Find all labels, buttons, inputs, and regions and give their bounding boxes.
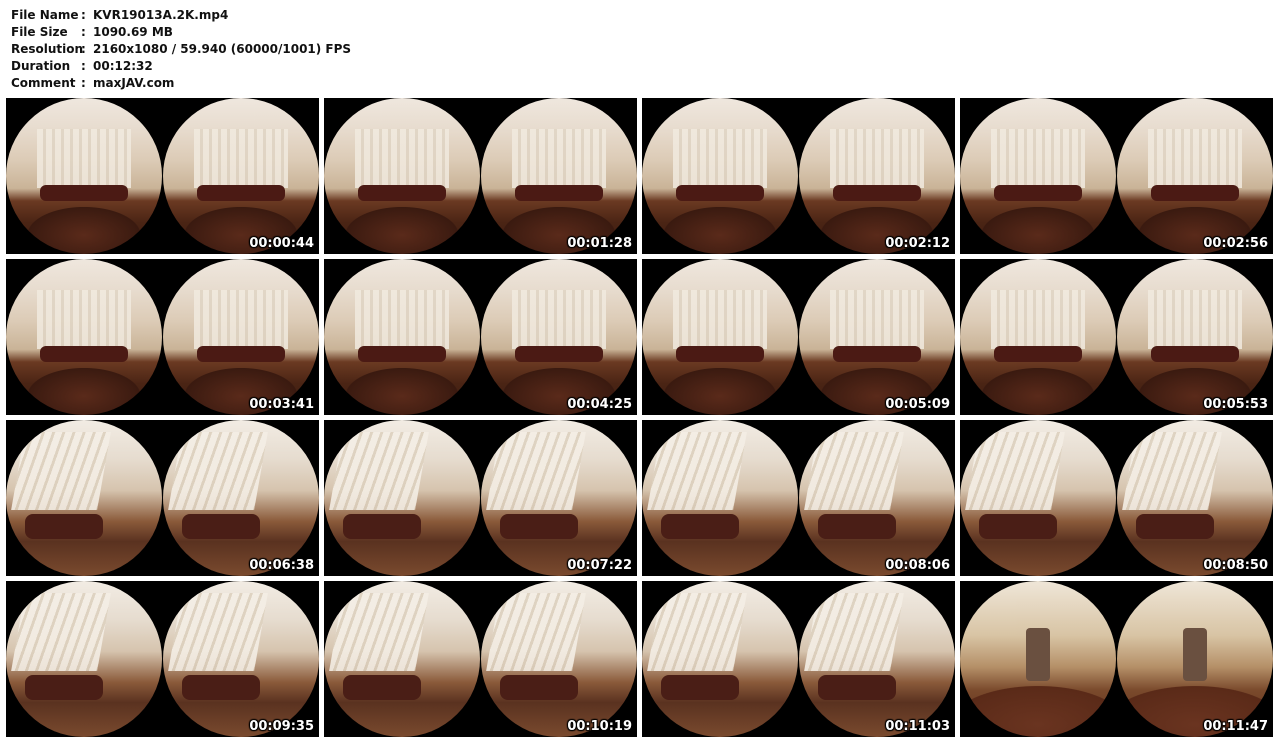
file-info-panel: File Name : KVR19013A.2K.mp4 File Size :… (11, 7, 351, 92)
info-label: Resolution (11, 42, 84, 56)
left-eye-frame (6, 581, 162, 737)
left-eye-frame (6, 259, 162, 415)
video-thumbnail[interactable]: 00:08:06 (642, 420, 955, 576)
left-eye-frame (6, 420, 162, 576)
info-row-file-size: File Size : 1090.69 MB (11, 24, 351, 41)
info-value: 00:12:32 (93, 59, 153, 73)
right-eye-frame (163, 581, 319, 737)
right-eye-frame (799, 581, 955, 737)
info-separator: : (81, 59, 86, 73)
info-value: maxJAV.com (93, 76, 175, 90)
right-eye-frame (1117, 98, 1273, 254)
thumbnail-timestamp: 00:11:47 (1203, 719, 1268, 734)
right-eye-frame (481, 581, 637, 737)
left-eye-frame (960, 581, 1116, 737)
thumbnail-timestamp: 00:11:03 (885, 719, 950, 734)
video-thumbnail[interactable]: 00:00:44 (6, 98, 319, 254)
left-eye-frame (960, 98, 1116, 254)
left-eye-frame (324, 420, 480, 576)
left-eye-frame (642, 420, 798, 576)
info-separator: : (81, 76, 86, 90)
right-eye-frame (481, 420, 637, 576)
thumbnail-grid: 00:00:44 00:01:28 00:02:12 00:02:56 00:03:41… (6, 98, 1273, 737)
left-eye-frame (642, 581, 798, 737)
video-thumbnail[interactable]: 00:06:38 (6, 420, 319, 576)
left-eye-frame (642, 98, 798, 254)
thumbnail-timestamp: 00:06:38 (249, 558, 314, 573)
video-thumbnail[interactable]: 00:01:28 (324, 98, 637, 254)
video-thumbnail[interactable]: 00:03:41 (6, 259, 319, 415)
thumbnail-timestamp: 00:09:35 (249, 719, 314, 734)
left-eye-frame (324, 98, 480, 254)
info-row-file-name: File Name : KVR19013A.2K.mp4 (11, 7, 351, 24)
info-label: Comment (11, 76, 76, 90)
thumbnail-timestamp: 00:02:56 (1203, 236, 1268, 251)
right-eye-frame (799, 259, 955, 415)
info-row-resolution: Resolution : 2160x1080 / 59.940 (60000/1… (11, 41, 351, 58)
left-eye-frame (642, 259, 798, 415)
video-thumbnail[interactable]: 00:02:56 (960, 98, 1273, 254)
video-thumbnail[interactable]: 00:09:35 (6, 581, 319, 737)
info-label: File Size (11, 25, 68, 39)
thumbnail-timestamp: 00:05:53 (1203, 397, 1268, 412)
info-separator: : (81, 25, 86, 39)
info-value: 2160x1080 / 59.940 (60000/1001) FPS (93, 42, 352, 56)
video-thumbnail[interactable]: 00:07:22 (324, 420, 637, 576)
info-value: 1090.69 MB (93, 25, 173, 39)
video-thumbnail[interactable]: 00:05:53 (960, 259, 1273, 415)
info-separator: : (81, 42, 86, 56)
video-thumbnail[interactable]: 00:05:09 (642, 259, 955, 415)
thumbnail-timestamp: 00:04:25 (567, 397, 632, 412)
info-separator: : (81, 8, 86, 22)
right-eye-frame (481, 259, 637, 415)
right-eye-frame (481, 98, 637, 254)
video-thumbnail[interactable]: 00:04:25 (324, 259, 637, 415)
video-thumbnail[interactable]: 00:08:50 (960, 420, 1273, 576)
right-eye-frame (799, 420, 955, 576)
info-label: File Name (11, 8, 79, 22)
left-eye-frame (960, 420, 1116, 576)
thumbnail-timestamp: 00:00:44 (249, 236, 314, 251)
thumbnail-timestamp: 00:08:50 (1203, 558, 1268, 573)
left-eye-frame (6, 98, 162, 254)
right-eye-frame (1117, 259, 1273, 415)
right-eye-frame (799, 98, 955, 254)
thumbnail-timestamp: 00:05:09 (885, 397, 950, 412)
left-eye-frame (960, 259, 1116, 415)
info-value: KVR19013A.2K.mp4 (93, 8, 229, 22)
video-thumbnail[interactable]: 00:02:12 (642, 98, 955, 254)
thumbnail-timestamp: 00:02:12 (885, 236, 950, 251)
right-eye-frame (163, 98, 319, 254)
left-eye-frame (324, 581, 480, 737)
thumbnail-timestamp: 00:10:19 (567, 719, 632, 734)
right-eye-frame (163, 259, 319, 415)
right-eye-frame (163, 420, 319, 576)
video-thumbnail[interactable]: 00:11:03 (642, 581, 955, 737)
video-thumbnail[interactable]: 00:10:19 (324, 581, 637, 737)
info-row-duration: Duration : 00:12:32 (11, 58, 351, 75)
right-eye-frame (1117, 420, 1273, 576)
info-label: Duration (11, 59, 71, 73)
left-eye-frame (324, 259, 480, 415)
right-eye-frame (1117, 581, 1273, 737)
video-thumbnail[interactable]: 00:11:47 (960, 581, 1273, 737)
thumbnail-timestamp: 00:03:41 (249, 397, 314, 412)
thumbnail-timestamp: 00:07:22 (567, 558, 632, 573)
thumbnail-timestamp: 00:08:06 (885, 558, 950, 573)
thumbnail-timestamp: 00:01:28 (567, 236, 632, 251)
info-row-comment: Comment : maxJAV.com (11, 75, 351, 92)
